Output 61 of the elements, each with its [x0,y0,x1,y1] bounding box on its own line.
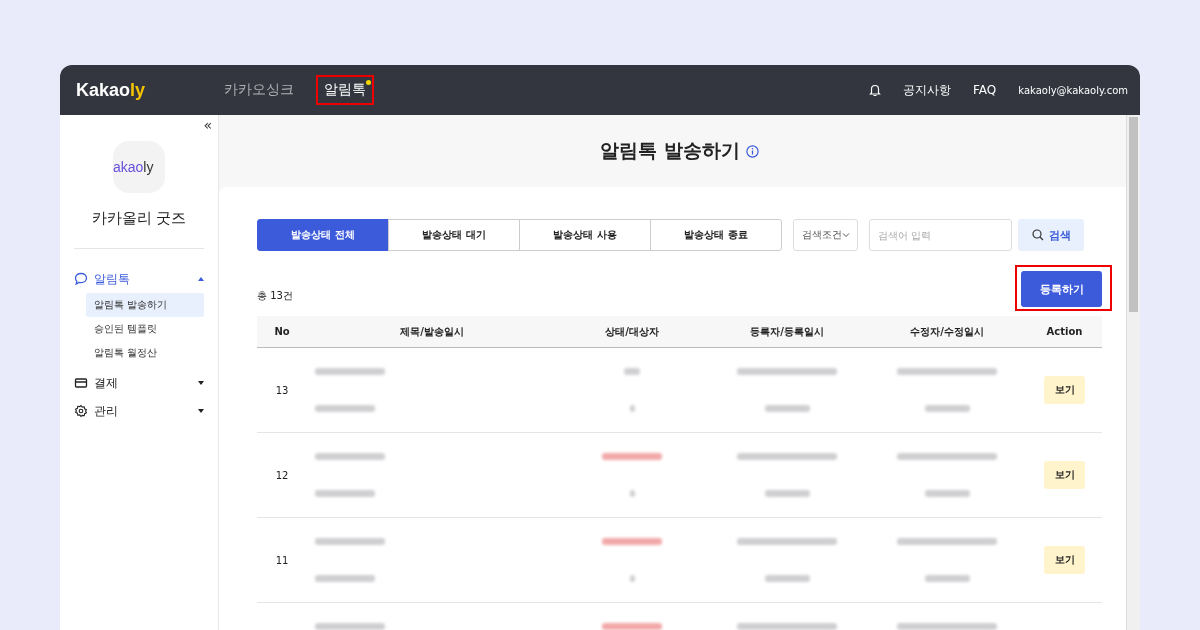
redacted-text [629,575,635,582]
redacted-text [315,405,375,412]
redacted-text [315,623,385,630]
search-field[interactable]: 검색어 입력 [869,219,1012,251]
status-tab[interactable]: 발송상태 종료 [650,219,782,251]
submenu-item[interactable]: 알림톡 발송하기 [86,293,204,317]
submenu-item[interactable]: 알림톡 월정산 [86,341,204,365]
table-cell: 13 [275,384,289,396]
status-tab[interactable]: 발송상태 전체 [257,219,389,251]
redacted-text [924,575,970,582]
redacted-text [629,490,635,497]
column-header: 상태/대상자 [557,316,707,348]
redacted-text [315,368,385,375]
nav-link[interactable]: 카카오싱크 [216,75,302,105]
view-button[interactable]: 보기 [1044,546,1085,574]
page-title: 알림톡 발송하기 [600,138,740,163]
redacted-text [764,575,810,582]
submenu-item[interactable]: 승인된 템플릿 [86,317,204,341]
card-icon [74,376,88,390]
redacted-text [629,405,635,412]
status-tab[interactable]: 발송상태 사용 [519,219,651,251]
brand-name: 카카올리 굿즈 [74,209,204,249]
column-header: Action [1027,316,1102,348]
condition-dropdown[interactable]: 검색조건 [793,219,858,251]
chat-bubble-icon [74,272,88,286]
redacted-text [764,490,810,497]
search-button[interactable]: 검색 [1018,219,1084,251]
register-button[interactable]: 등록하기 [1021,271,1102,307]
collapse-button[interactable]: « [203,117,212,133]
total-count: 총 13건 [257,289,293,303]
column-header: 제목/발송일시 [307,316,557,348]
chevron-down-icon [841,232,850,238]
status-tab[interactable]: 발송상태 대기 [388,219,520,251]
sidebar-item[interactable]: 결제 [74,369,204,397]
search-icon [1031,229,1044,241]
bell-icon[interactable] [869,83,882,97]
table-cell: 12 [275,469,289,481]
redacted-text [764,405,810,412]
view-button[interactable]: 보기 [1044,461,1085,489]
logo: Kakaoly [76,79,147,101]
column-header: 수정자/수정일시 [867,316,1027,348]
redacted-text [924,490,970,497]
view-button[interactable]: 보기 [1044,376,1085,404]
redacted-text [315,538,385,545]
user-email: kakaoly@kakaoly.com [1018,84,1128,96]
gear-icon [74,404,88,418]
table-cell: 11 [275,554,289,566]
brand-logo: akaoly [113,141,165,193]
info-icon[interactable] [745,144,759,158]
sidebar-item[interactable]: 알림톡 [74,265,204,293]
nav-link[interactable]: 알림톡 [316,75,374,105]
column-header: 등록자/등록일시 [707,316,867,348]
scrollbar[interactable] [1126,115,1140,630]
redacted-text [315,453,385,460]
header-link[interactable]: 공지사항 [903,81,952,99]
redacted-text [315,490,375,497]
redacted-text [924,405,970,412]
sidebar-item[interactable]: 관리 [74,397,204,425]
redacted-text [315,575,375,582]
column-header: No [257,316,307,348]
header-link[interactable]: FAQ [973,83,997,97]
